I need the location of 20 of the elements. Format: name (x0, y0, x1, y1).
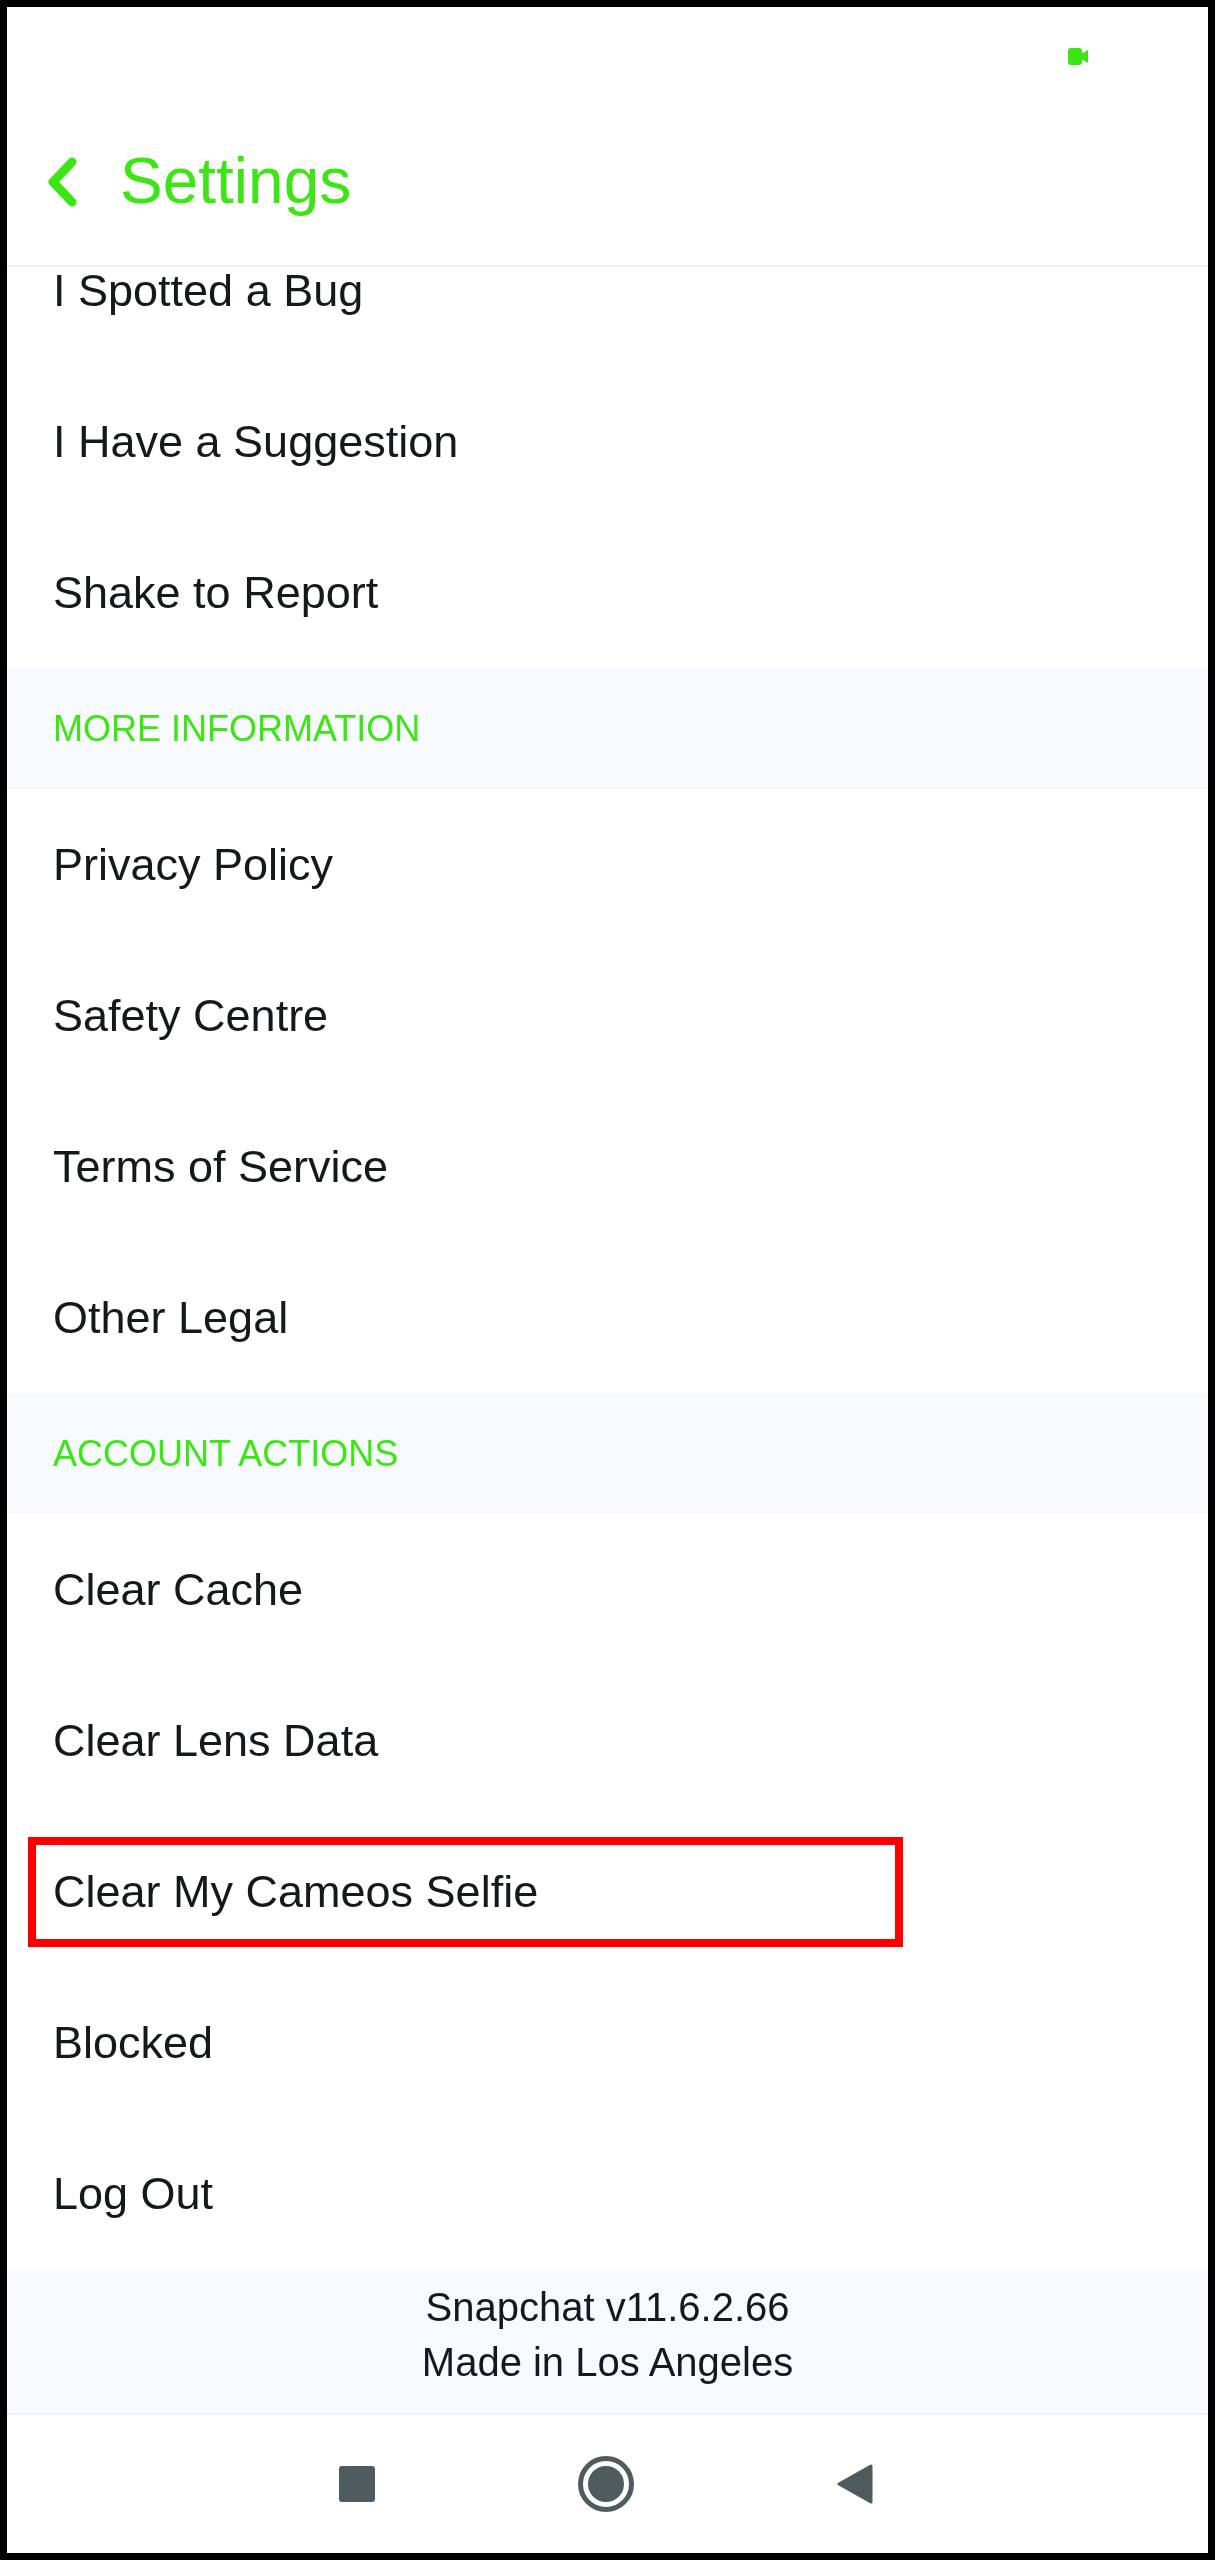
settings-item[interactable]: Terms of Service (53, 1139, 389, 1194)
settings-item[interactable]: Privacy Policy (53, 837, 334, 892)
settings-item[interactable]: Other Legal (53, 1290, 289, 1345)
settings-item[interactable]: I Have a Suggestion (53, 414, 459, 469)
video-camera-icon (1068, 47, 1088, 65)
settings-item[interactable]: I Spotted a Bug (53, 267, 364, 318)
section-title: ACCOUNT ACTIONS (53, 1431, 399, 1476)
settings-item[interactable]: Clear Lens Data (53, 1713, 379, 1768)
settings-item[interactable]: Clear Cache (53, 1562, 304, 1617)
settings-item[interactable]: Clear My Cameos Selfie (53, 1864, 539, 1919)
settings-item[interactable]: Log Out (53, 2166, 214, 2221)
settings-item[interactable]: Safety Centre (53, 988, 329, 1043)
home-icon[interactable] (578, 2456, 634, 2512)
back-icon[interactable] (837, 2464, 873, 2504)
footer-text: Made in Los Angeles (421, 2339, 794, 2386)
section-title: MORE INFORMATION (53, 706, 421, 751)
page-title: Settings (120, 145, 352, 219)
settings-item[interactable]: Shake to Report (53, 565, 379, 620)
footer-text: Snapchat v11.6.2.66 (425, 2284, 790, 2331)
settings-item[interactable]: Blocked (53, 2015, 214, 2070)
